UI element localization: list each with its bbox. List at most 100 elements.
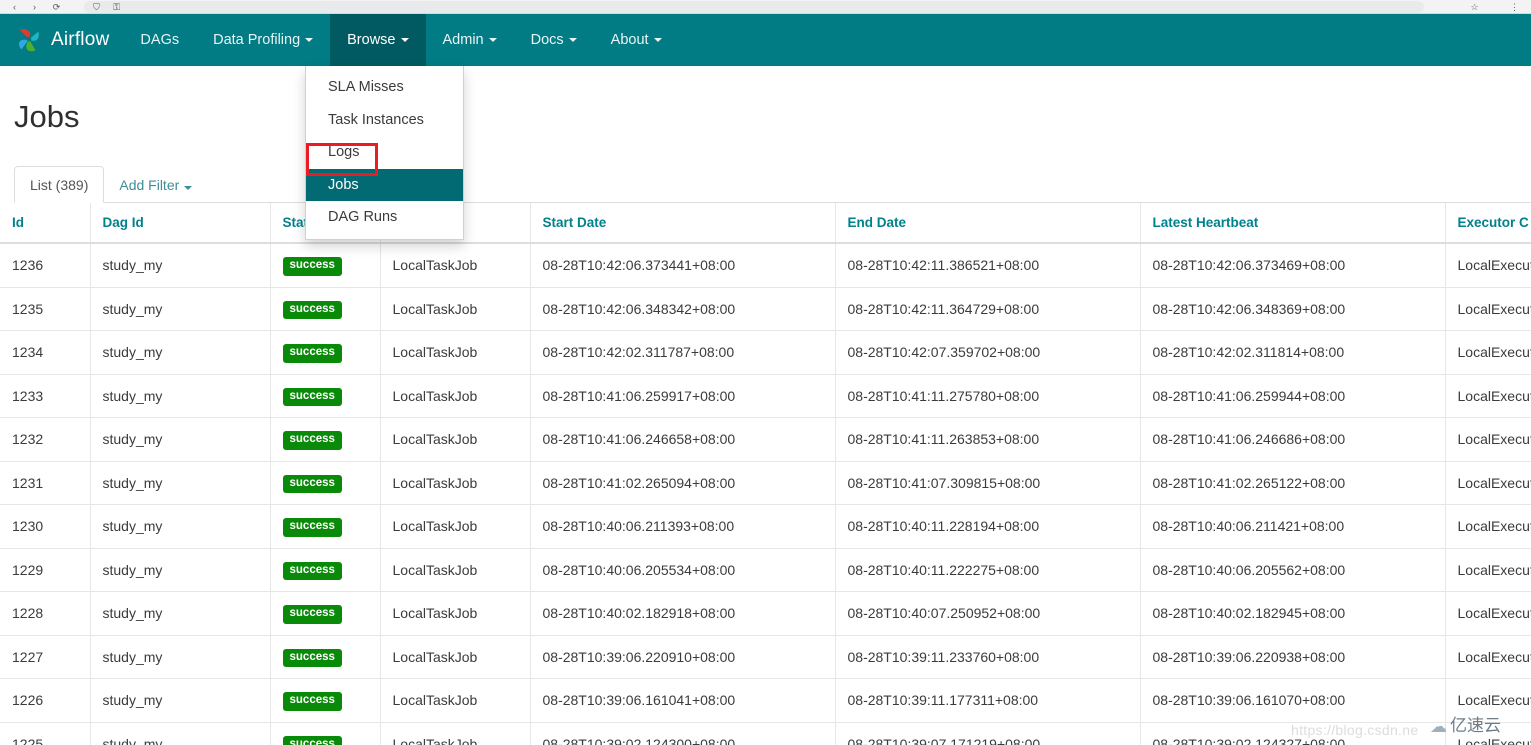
column-header-id[interactable]: Id [0, 203, 91, 244]
cell-state: success [270, 417, 381, 462]
jobs-table-head: Id Dag Id State Job Type Start Date End … [0, 203, 1531, 244]
column-header-executor-class[interactable]: Executor C [1445, 203, 1531, 244]
cell-id: 1231 [0, 461, 91, 505]
brand-home-link[interactable]: Airflow [0, 14, 123, 66]
cell-end-date: 08-28T10:42:11.364729+08:00 [835, 287, 1141, 331]
cell-start-date: 08-28T10:42:02.311787+08:00 [530, 330, 836, 375]
cell-executor-class: LocalExecut [1445, 461, 1531, 505]
cell-state: success [270, 635, 381, 679]
cell-start-date: 08-28T10:40:06.205534+08:00 [530, 548, 836, 592]
cell-id: 1229 [0, 548, 91, 592]
nav-item-admin[interactable]: Admin [426, 14, 514, 66]
column-header-dag-id[interactable]: Dag Id [90, 203, 271, 244]
cell-job-type: LocalTaskJob [380, 330, 531, 375]
cell-job-type: LocalTaskJob [380, 591, 531, 636]
dropdown-item-dag-runs[interactable]: DAG Runs [306, 201, 463, 234]
cell-state: success [270, 548, 381, 592]
nav-item-dags[interactable]: DAGs [123, 14, 196, 66]
column-header-start-date[interactable]: Start Date [530, 203, 836, 244]
table-row[interactable]: 1225 study_my success LocalTaskJob 08-28T10:… [0, 722, 1531, 745]
dropdown-item-jobs[interactable]: Jobs [306, 168, 463, 202]
nav-item-data-profiling[interactable]: Data Profiling [196, 14, 330, 66]
shield-icon: ⛉ [93, 2, 100, 12]
cell-executor-class: LocalExecut [1445, 635, 1531, 679]
column-header-latest-heartbeat[interactable]: Latest Heartbeat [1140, 203, 1446, 244]
table-row[interactable]: 1235 study_my success LocalTaskJob 08-28T10:… [0, 287, 1531, 331]
nav-item-about-label: About [610, 32, 649, 48]
navbar-items: DAGs Data Profiling Browse Admin Docs Ab… [123, 14, 678, 66]
status-badge: success [282, 474, 342, 493]
lock-icon: ⚿ [113, 2, 120, 12]
table-row[interactable]: 1236 study_my success LocalTaskJob 08-28T10:… [0, 243, 1531, 288]
table-row[interactable]: 1234 study_my success LocalTaskJob 08-28T10:… [0, 330, 1531, 375]
cell-state: success [270, 504, 381, 549]
cell-id: 1236 [0, 243, 91, 288]
cell-state: success [270, 330, 381, 375]
table-row[interactable]: 1230 study_my success LocalTaskJob 08-28T10:… [0, 504, 1531, 549]
jobs-table: Id Dag Id State Job Type Start Date End … [0, 203, 1531, 745]
cell-job-type: LocalTaskJob [380, 461, 531, 505]
cell-job-type: LocalTaskJob [380, 243, 531, 288]
nav-item-data-profiling-label: Data Profiling [213, 32, 301, 48]
cell-executor-class: LocalExecut [1445, 374, 1531, 418]
cell-start-date: 08-28T10:41:02.265094+08:00 [530, 461, 836, 505]
cell-executor-class: LocalExecut [1445, 722, 1531, 745]
chevron-down-icon [305, 38, 314, 42]
cell-latest-heartbeat: 08-28T10:42:06.348369+08:00 [1140, 287, 1446, 331]
back-arrow-icon[interactable]: ‹ [10, 3, 19, 12]
status-badge: success [282, 648, 342, 667]
tab-list[interactable]: List (389) [14, 166, 105, 203]
add-filter-label: Add Filter [119, 177, 180, 193]
cell-dag-id: study_my [90, 417, 271, 462]
status-badge: success [282, 605, 342, 624]
table-row[interactable]: 1231 study_my success LocalTaskJob 08-28T10:… [0, 461, 1531, 505]
cell-state: success [270, 287, 381, 331]
cell-id: 1230 [0, 504, 91, 549]
cell-latest-heartbeat: 08-28T10:40:02.182945+08:00 [1140, 591, 1446, 636]
table-header-row: Id Dag Id State Job Type Start Date End … [0, 203, 1531, 244]
table-row[interactable]: 1226 study_my success LocalTaskJob 08-28T10:… [0, 678, 1531, 723]
nav-item-about[interactable]: About [594, 14, 679, 66]
table-row[interactable]: 1232 study_my success LocalTaskJob 08-28T10:… [0, 417, 1531, 462]
menu-icon[interactable]: ⋮ [1510, 3, 1519, 12]
nav-item-browse[interactable]: Browse [330, 14, 426, 66]
table-row[interactable]: 1228 study_my success LocalTaskJob 08-28T10:… [0, 591, 1531, 636]
browse-dropdown-menu: SLA Misses Task Instances Logs Jobs DAG … [305, 66, 464, 240]
cell-start-date: 08-28T10:42:06.348342+08:00 [530, 287, 836, 331]
cell-start-date: 08-28T10:42:06.373441+08:00 [530, 243, 836, 288]
table-row[interactable]: 1233 study_my success LocalTaskJob 08-28T10:… [0, 374, 1531, 418]
reload-icon[interactable]: ⟳ [52, 3, 61, 12]
nav-item-dags-label: DAGs [140, 32, 180, 48]
cell-id: 1233 [0, 374, 91, 418]
nav-item-docs[interactable]: Docs [514, 14, 594, 66]
cell-dag-id: study_my [90, 548, 271, 592]
nav-item-admin-label: Admin [442, 32, 484, 48]
cell-latest-heartbeat: 08-28T10:41:02.265122+08:00 [1140, 461, 1446, 505]
cell-executor-class: LocalExecut [1445, 330, 1531, 375]
forward-arrow-icon[interactable]: › [30, 3, 39, 12]
cell-latest-heartbeat: 08-28T10:39:06.220938+08:00 [1140, 635, 1446, 679]
brand-label: Airflow [51, 29, 110, 50]
cell-dag-id: study_my [90, 243, 271, 288]
cell-end-date: 08-28T10:40:11.222275+08:00 [835, 548, 1141, 592]
dropdown-item-task-instances[interactable]: Task Instances [306, 104, 463, 137]
status-badge: success [282, 692, 342, 711]
table-row[interactable]: 1227 study_my success LocalTaskJob 08-28T10:… [0, 635, 1531, 679]
cell-start-date: 08-28T10:41:06.259917+08:00 [530, 374, 836, 418]
cell-end-date: 08-28T10:39:11.233760+08:00 [835, 635, 1141, 679]
cell-job-type: LocalTaskJob [380, 287, 531, 331]
add-filter-button[interactable]: Add Filter [104, 167, 207, 202]
bookmark-star-icon[interactable]: ☆ [1470, 3, 1479, 12]
chevron-down-icon [184, 186, 193, 190]
dropdown-item-logs[interactable]: Logs [306, 136, 463, 169]
dropdown-item-sla-misses[interactable]: SLA Misses [306, 71, 463, 104]
table-row[interactable]: 1229 study_my success LocalTaskJob 08-28T10:… [0, 548, 1531, 592]
cell-state: success [270, 591, 381, 636]
cell-dag-id: study_my [90, 678, 271, 723]
column-header-end-date[interactable]: End Date [835, 203, 1141, 244]
address-bar[interactable] [84, 1, 1424, 13]
cell-executor-class: LocalExecut [1445, 504, 1531, 549]
cell-latest-heartbeat: 08-28T10:39:06.161070+08:00 [1140, 678, 1446, 723]
cell-state: success [270, 374, 381, 418]
chevron-down-icon [568, 38, 577, 42]
